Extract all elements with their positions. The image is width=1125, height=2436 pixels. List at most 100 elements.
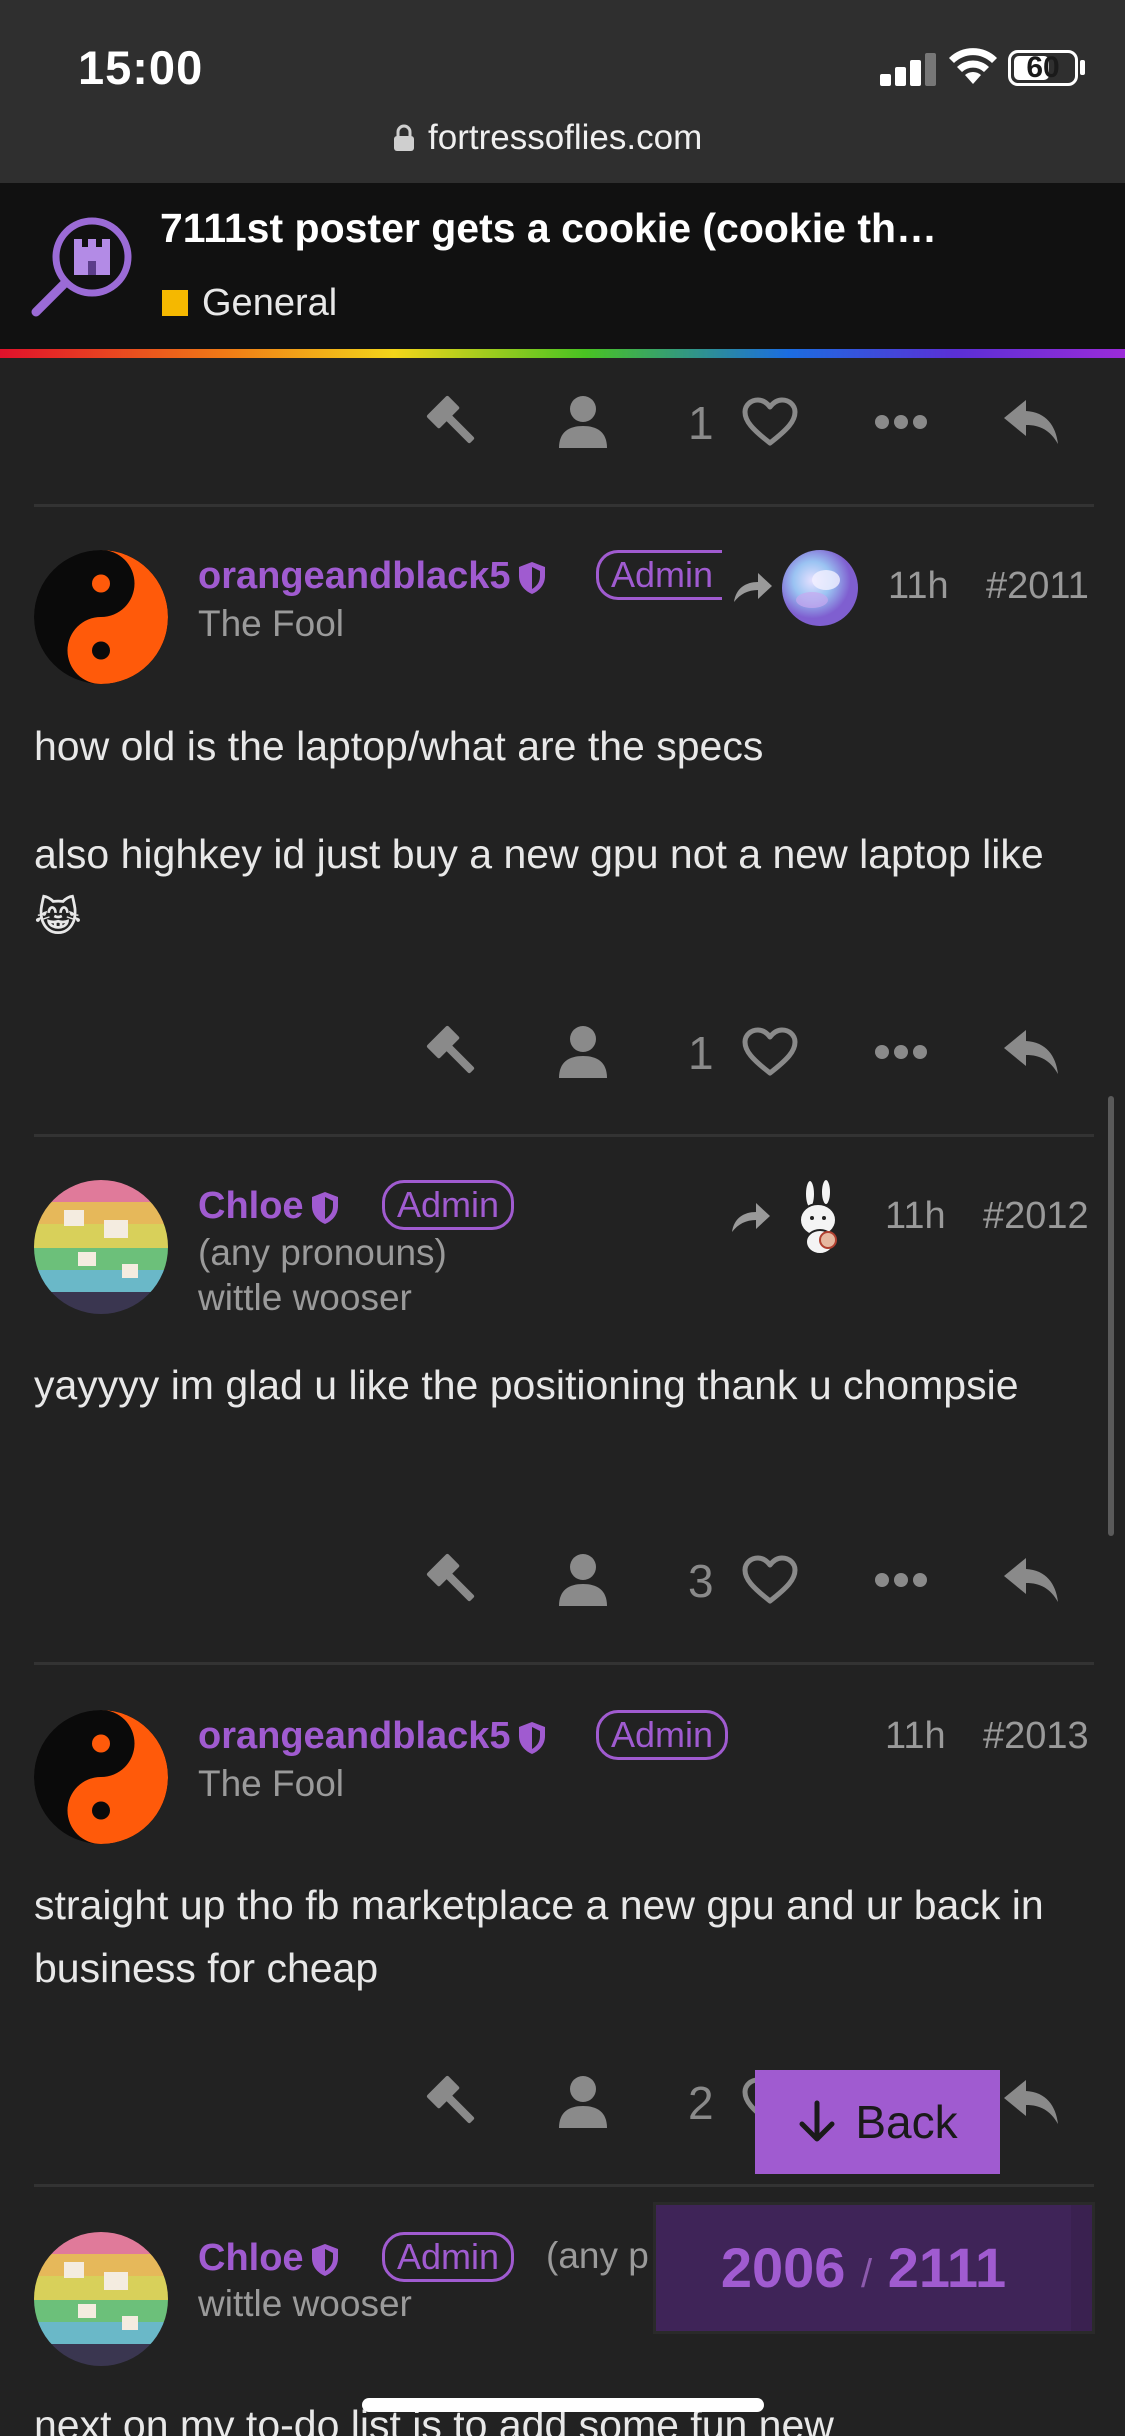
battery-nub <box>1080 60 1085 75</box>
post-paragraph: also highkey id just buy a new gpu not a… <box>34 831 1044 940</box>
progress-total: 2111 <box>887 2236 1007 2299</box>
reply-icon <box>1004 400 1058 444</box>
admin-actions-button[interactable] <box>418 1540 488 1620</box>
avatar[interactable] <box>34 1180 168 1314</box>
like-count[interactable]: 1 <box>688 396 714 450</box>
reply-to-avatar[interactable] <box>782 1180 858 1256</box>
username[interactable]: Chloe <box>198 2237 340 2280</box>
username-label[interactable]: Chloe <box>198 2237 304 2279</box>
reply-button[interactable] <box>996 2062 1066 2142</box>
user-icon <box>559 1554 607 1606</box>
arrow-down-icon <box>799 2100 835 2142</box>
lock-icon <box>394 124 414 151</box>
heart-icon <box>742 397 798 446</box>
user-icon <box>559 396 607 448</box>
post-2012: Chloe Admin (any pronouns) wittle wooser… <box>0 1180 1125 1480</box>
post-actions: 3 <box>0 1540 1125 1620</box>
more-actions-button[interactable] <box>866 1540 936 1620</box>
admin-badge[interactable]: Admin <box>382 1180 515 1230</box>
post-paragraph: how old is the laptop/what are the specs <box>34 723 764 769</box>
more-icon <box>875 1045 927 1059</box>
username[interactable]: Chloe <box>198 1185 340 1228</box>
address-bar-url[interactable]: fortressoflies.com <box>428 118 702 158</box>
cell-signal-icon <box>880 52 936 86</box>
username[interactable]: orangeandblack5 <box>198 555 547 598</box>
post-paragraph: straight up tho fb marketplace a new gpu… <box>34 1882 1044 1991</box>
browser-chrome: 15:00 60 fortressoflies.com <box>0 0 1125 183</box>
progress-separator: / <box>861 2252 873 2296</box>
user-title: The Fool <box>198 603 345 644</box>
post-divider <box>34 504 1094 507</box>
user-card-button[interactable] <box>548 1540 618 1620</box>
username-label[interactable]: orangeandblack5 <box>198 555 511 597</box>
post-divider <box>34 2184 1094 2187</box>
reply-to-avatar[interactable] <box>782 550 858 626</box>
reply-button[interactable] <box>996 382 1066 462</box>
user-icon <box>559 1026 607 1078</box>
post-number[interactable]: #2011 <box>986 565 1089 608</box>
post-time[interactable]: 11h <box>888 565 949 608</box>
admin-badge[interactable]: Admin <box>382 2232 515 2282</box>
admin-actions-button[interactable] <box>418 2062 488 2142</box>
more-actions-button[interactable] <box>866 382 936 462</box>
admin-badge[interactable]: Admin <box>596 1710 729 1760</box>
header-rainbow-bar <box>0 349 1125 358</box>
avatar[interactable] <box>34 2232 168 2366</box>
username-label[interactable]: Chloe <box>198 1185 304 1227</box>
shield-icon <box>518 561 545 594</box>
like-count[interactable]: 3 <box>688 1554 714 1608</box>
post-actions: 1 <box>0 382 1125 462</box>
heart-icon <box>742 1027 798 1076</box>
site-logo-icon[interactable] <box>30 209 140 319</box>
back-button-label: Back <box>855 2096 958 2148</box>
user-card-button[interactable] <box>548 1012 618 1092</box>
category-color-badge <box>162 290 188 316</box>
like-button[interactable] <box>738 1540 802 1620</box>
like-button[interactable] <box>738 382 802 462</box>
admin-hammer-icon <box>426 2075 475 2124</box>
back-button[interactable]: Back <box>755 2070 1000 2174</box>
scrollbar[interactable] <box>1108 1096 1114 1536</box>
reply-button[interactable] <box>996 1012 1066 1092</box>
topic-progress[interactable]: 2006 / 2111 <box>653 2202 1095 2334</box>
post-divider <box>34 1134 1094 1137</box>
username-label[interactable]: orangeandblack5 <box>198 1715 511 1757</box>
topic-header: 7111st poster gets a cookie (cookie th… … <box>0 183 1125 351</box>
topic-title[interactable]: 7111st poster gets a cookie (cookie th… <box>160 205 937 252</box>
shield-icon <box>518 1721 545 1754</box>
avatar[interactable] <box>34 550 168 684</box>
heart-icon <box>742 1555 798 1604</box>
shield-icon <box>311 1191 338 1224</box>
user-card-button[interactable] <box>548 382 618 462</box>
home-indicator[interactable] <box>362 2398 764 2412</box>
admin-badge[interactable]: Admin <box>596 550 722 600</box>
reply-icon <box>1004 1030 1058 1074</box>
like-count[interactable]: 1 <box>688 1026 714 1080</box>
reply-button[interactable] <box>996 1540 1066 1620</box>
user-pronouns: (any p <box>546 2235 649 2276</box>
reply-icon <box>1004 1558 1058 1602</box>
more-icon <box>875 415 927 429</box>
user-icon <box>559 2076 607 2128</box>
user-title: The Fool <box>198 1763 345 1804</box>
more-actions-button[interactable] <box>866 1012 936 1092</box>
like-count[interactable]: 2 <box>688 2076 714 2130</box>
post-number[interactable]: #2013 <box>983 1715 1089 1758</box>
user-title: wittle wooser <box>198 1277 412 1318</box>
admin-actions-button[interactable] <box>418 382 488 462</box>
user-card-button[interactable] <box>548 2062 618 2142</box>
battery-percent: 60 <box>1026 51 1060 84</box>
battery-icon: 60 <box>1008 50 1078 86</box>
like-button[interactable] <box>738 1012 802 1092</box>
admin-actions-button[interactable] <box>418 1012 488 1092</box>
post-time[interactable]: 11h <box>885 1195 946 1238</box>
category-link[interactable]: General <box>202 282 337 325</box>
wifi-icon <box>949 48 997 84</box>
post-2013: orangeandblack5 Admin The Fool 11h #2013… <box>0 1710 1125 2010</box>
post-number[interactable]: #2012 <box>983 1195 1089 1238</box>
post-time[interactable]: 11h <box>885 1715 946 1758</box>
admin-hammer-icon <box>426 1025 475 1074</box>
username[interactable]: orangeandblack5 <box>198 1715 547 1758</box>
shield-icon <box>311 2243 338 2276</box>
avatar[interactable] <box>34 1710 168 1844</box>
